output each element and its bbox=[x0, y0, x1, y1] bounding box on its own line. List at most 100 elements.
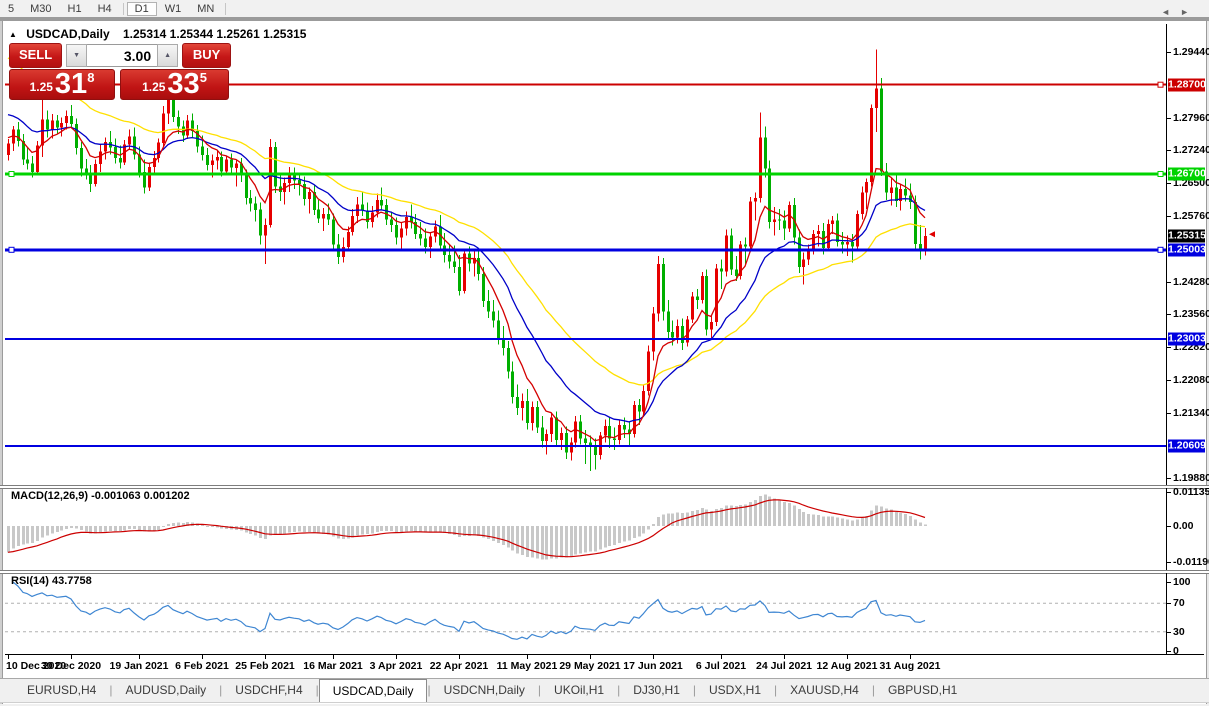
time-tick-label: 12 Aug 2021 bbox=[816, 660, 878, 672]
tab-usdcad[interactable]: USDCAD,Daily bbox=[318, 679, 428, 702]
rsi-tick-label: 70 bbox=[1173, 597, 1185, 609]
time-tick bbox=[265, 655, 266, 659]
volume-stepper: ▼ ▲ bbox=[66, 44, 179, 67]
tab-scroll-left-icon[interactable]: ◄ bbox=[1161, 7, 1180, 17]
price-tick-label: 1.22080 bbox=[1173, 374, 1209, 386]
chart-ohlc-values: 1.25314 1.25344 1.25261 1.25315 bbox=[122, 27, 307, 41]
price-tick bbox=[1167, 380, 1171, 381]
time-tick bbox=[459, 655, 460, 659]
time-tick bbox=[784, 655, 785, 659]
price-badge-1.20609: 1.20609 bbox=[1168, 439, 1206, 453]
price-tick-label: 1.24280 bbox=[1173, 276, 1209, 288]
price-tick-label: 1.29440 bbox=[1173, 46, 1209, 58]
time-tick bbox=[333, 655, 334, 659]
price-scale[interactable]: 1.29440 1.27960 1.27240 1.26500 1.25760 1.242… bbox=[1166, 24, 1209, 486]
timeframe-mn[interactable]: MN bbox=[189, 2, 222, 16]
time-tick-label: 24 Jul 2021 bbox=[755, 660, 813, 672]
time-tick bbox=[721, 655, 722, 659]
ask-pipette: 5 bbox=[199, 70, 207, 85]
timeframe-h1[interactable]: H1 bbox=[60, 2, 90, 16]
line-handle[interactable] bbox=[1157, 171, 1164, 177]
price-tick bbox=[1167, 216, 1171, 217]
timeframe-m30[interactable]: M30 bbox=[22, 2, 59, 16]
window-frame-top bbox=[0, 17, 1209, 21]
time-tick-label: 6 Jul 2021 bbox=[695, 660, 747, 672]
time-tick bbox=[527, 655, 528, 659]
window-frame-left bbox=[0, 21, 3, 704]
buy-button[interactable]: BUY bbox=[182, 43, 231, 68]
price-tick bbox=[1167, 413, 1171, 414]
sell-button[interactable]: SELL bbox=[9, 43, 63, 68]
rsi-plot[interactable] bbox=[5, 573, 1166, 654]
tab-scroll-right-icon[interactable]: ► bbox=[1180, 7, 1199, 17]
time-tick-label: 29 May 2021 bbox=[559, 660, 621, 672]
tab-usdcnh[interactable]: USDCNH,Daily bbox=[431, 679, 538, 702]
current-price-badge: 1.25315 bbox=[1168, 229, 1206, 243]
macd-histogram bbox=[7, 494, 927, 560]
volume-input[interactable] bbox=[87, 44, 158, 67]
line-handle[interactable] bbox=[1157, 246, 1164, 253]
chart-symbol-label: USDCAD,Daily bbox=[26, 27, 110, 41]
price-tick bbox=[1167, 314, 1171, 315]
price-badge-1.26700: 1.26700 bbox=[1168, 167, 1206, 181]
time-tick bbox=[590, 655, 591, 659]
bid-price-button[interactable]: 1.25 31 8 bbox=[9, 69, 115, 100]
tab-usdx[interactable]: USDX,H1 bbox=[696, 679, 774, 702]
tab-eurusd[interactable]: EURUSD,H4 bbox=[14, 679, 109, 702]
toolbar-separator bbox=[225, 2, 227, 15]
chart-tab-bar: EURUSD,H4 | AUDUSD,Daily | USDCHF,H4 | USDCAD,… bbox=[0, 678, 1209, 703]
macd-tick-label: -0.01190 bbox=[1173, 556, 1209, 568]
time-tick-label: 30 Dec 2020 bbox=[40, 660, 102, 672]
volume-increase-icon[interactable]: ▲ bbox=[157, 44, 179, 67]
tab-dj30[interactable]: DJ30,H1 bbox=[620, 679, 693, 702]
tab-usdchf[interactable]: USDCHF,H4 bbox=[222, 679, 315, 702]
line-handle[interactable] bbox=[8, 246, 15, 253]
macd-tick-label: 0.01135 bbox=[1173, 486, 1209, 498]
macd-tick-label: 0.00 bbox=[1173, 520, 1194, 532]
tab-ukoil[interactable]: UKOil,H1 bbox=[541, 679, 617, 702]
timeframe-h4[interactable]: H4 bbox=[90, 2, 120, 16]
time-tick-label: 11 May 2021 bbox=[496, 660, 558, 672]
time-tick bbox=[202, 655, 203, 659]
collapse-panel-icon[interactable]: ▲ bbox=[9, 30, 17, 39]
volume-decrease-icon[interactable]: ▼ bbox=[66, 44, 88, 67]
ask-big-digits: 33 bbox=[167, 68, 200, 100]
time-tick-label: 3 Apr 2021 bbox=[369, 660, 423, 672]
time-axis[interactable]: 10 Dec 2020 30 Dec 2020 19 Jan 2021 6 Feb 2… bbox=[5, 655, 1204, 677]
candlestick-series bbox=[7, 49, 927, 471]
macd-scale: 0.01135 0.00 -0.01190 bbox=[1166, 486, 1209, 571]
ask-prefix: 1.25 bbox=[142, 80, 166, 94]
time-tick bbox=[139, 655, 140, 659]
price-badge-1.28700: 1.28700 bbox=[1168, 78, 1206, 92]
bid-big-digits: 31 bbox=[54, 68, 88, 100]
price-tick-label: 1.27240 bbox=[1173, 144, 1209, 156]
time-tick bbox=[910, 655, 911, 659]
timeframe-d1[interactable]: D1 bbox=[126, 1, 157, 16]
timeframe-5[interactable]: 5 bbox=[0, 2, 22, 16]
tab-scroll-arrows: ◄► bbox=[1161, 7, 1199, 17]
rsi-tick bbox=[1167, 651, 1171, 652]
ask-price-button[interactable]: 1.25 33 5 bbox=[120, 69, 229, 100]
tab-audusd[interactable]: AUDUSD,Daily bbox=[112, 679, 219, 702]
price-tick bbox=[1167, 183, 1171, 184]
price-tick-label: 1.23560 bbox=[1173, 308, 1209, 320]
line-handle[interactable] bbox=[8, 171, 15, 177]
tab-xauusd[interactable]: XAUUSD,H4 bbox=[777, 679, 872, 702]
time-tick-label: 31 Aug 2021 bbox=[879, 660, 941, 672]
price-badge-1.23003: 1.23003 bbox=[1168, 332, 1206, 346]
rsi-tick bbox=[1167, 632, 1171, 633]
one-click-trading-panel: SELL ▼ ▲ BUY 1.25 31 8 1.25 33 5 bbox=[9, 43, 231, 100]
rsi-label: RSI(14) 43.7758 bbox=[11, 575, 92, 587]
rsi-tick-label: 30 bbox=[1173, 626, 1185, 638]
rsi-scale: 100 70 30 0 bbox=[1166, 573, 1204, 657]
bid-prefix: 1.25 bbox=[29, 80, 53, 94]
time-tick-label: 6 Feb 2021 bbox=[175, 660, 229, 672]
moving-average-40[interactable] bbox=[7, 57, 926, 386]
price-tick bbox=[1167, 150, 1171, 151]
price-tick-label: 1.27960 bbox=[1173, 112, 1209, 124]
tab-gbpusd[interactable]: GBPUSD,H1 bbox=[875, 679, 970, 702]
rsi-tick-label: 100 bbox=[1173, 576, 1191, 588]
line-handle[interactable] bbox=[1157, 81, 1164, 88]
moving-average-20[interactable] bbox=[7, 113, 926, 423]
timeframe-w1[interactable]: W1 bbox=[157, 2, 190, 16]
